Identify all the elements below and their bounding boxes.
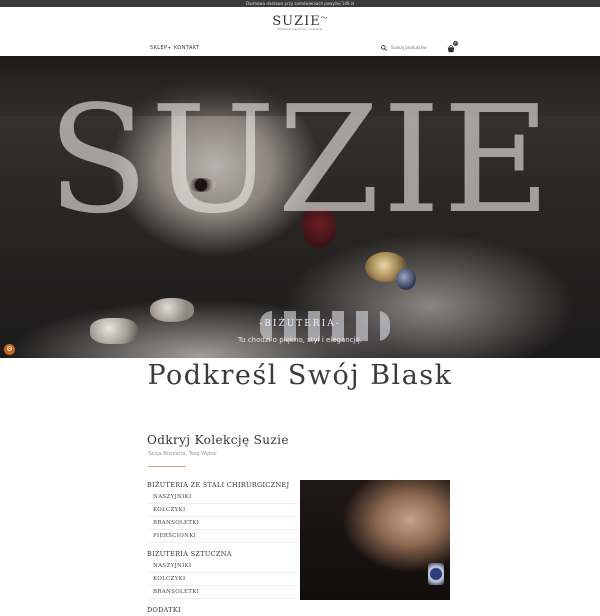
promo-image[interactable] [300, 480, 450, 600]
chevron-down-icon: ▾ [168, 45, 171, 50]
site-header: SUZIE〜 Biżuteria tworzona z miłością [0, 7, 600, 40]
search-input[interactable] [391, 45, 439, 50]
main-nav: SKLEP▾ KONTAKT 0 [0, 40, 600, 57]
category-list: BIŻUTERIA ZE STALI CHIRURGICZNEJ NASZYJN… [147, 479, 297, 616]
category-sub-bransoletki[interactable]: BRANSOLETKI [147, 517, 297, 530]
logo-swoosh-icon: 〜 [320, 14, 328, 22]
hero-title: SUZIE [47, 74, 553, 246]
category-sub-naszyjniki[interactable]: NASZYJNIKI [147, 560, 297, 573]
nav-item-label: SKLEP [150, 45, 168, 51]
category-sub-bransoletki[interactable]: BRANSOLETKI [147, 586, 297, 599]
category-sub-kolczyki[interactable]: KOLCZYKI [147, 573, 297, 586]
category-stal-chirurgiczna[interactable]: BIŻUTERIA ZE STALI CHIRURGICZNEJ [147, 479, 297, 491]
hero-subtitle: -BIŻUTERIA- [259, 319, 341, 329]
cookie-icon[interactable]: ⚙ [4, 344, 15, 355]
collection-subtitle: Twoja Biżuteria, Twój Wybór [148, 451, 218, 457]
category-sub-kolczyki[interactable]: KOLCZYKI [147, 504, 297, 517]
logo-tagline: Biżuteria tworzona z miłością [277, 27, 323, 31]
announcement-text: Darmowa dostawa przy zamówieniach powyże… [245, 1, 354, 6]
nav-item-sklep[interactable]: SKLEP▾ [150, 45, 171, 51]
cart-button[interactable]: 0 [447, 41, 458, 53]
earring-shape [428, 563, 444, 585]
divider [148, 466, 186, 467]
shopping-bag-icon [447, 45, 455, 53]
category-sub-pierscionki[interactable]: PIERŚCIONKI [147, 530, 297, 543]
hero-sapphire-ring [396, 268, 416, 290]
search-box[interactable] [381, 43, 441, 52]
category-sub-naszyjniki[interactable]: NASZYJNIKI [147, 491, 297, 504]
hero-description: Tu chodzi o piękno, styl i elegancję. [237, 336, 363, 344]
announcement-bar: Darmowa dostawa przy zamówieniach powyże… [0, 0, 600, 7]
page-tagline: Podkreśl Swój Blask [147, 360, 453, 391]
collection-title: Odkryj Kolekcję Suzie [147, 433, 289, 447]
category-sztuczna[interactable]: BIŻUTERIA SZTUCZNA [147, 548, 297, 560]
search-icon [381, 44, 387, 51]
hero-banner: SUZIE -BIŻUTERIA- Tu chodzi o piękno, st… [0, 56, 600, 358]
nav-item-kontakt[interactable]: KONTAKT [174, 45, 200, 51]
nav-item-label: KONTAKT [174, 45, 200, 51]
category-dodatki[interactable]: DODATKI [147, 604, 297, 616]
cart-count-badge: 0 [453, 41, 458, 46]
logo[interactable]: SUZIE〜 Biżuteria tworzona z miłością [0, 10, 600, 31]
